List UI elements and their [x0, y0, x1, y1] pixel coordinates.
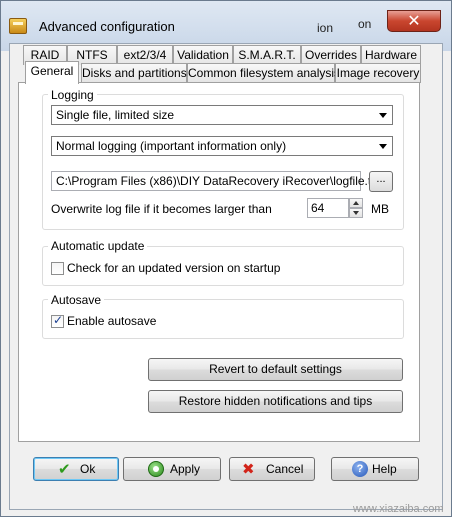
logfile-path-value: C:\Program Files (x86)\DIY DataRecovery … [56, 174, 381, 188]
apply-icon [148, 461, 164, 477]
logging-legend: Logging [48, 88, 97, 102]
log-size-input[interactable]: 64 [307, 198, 349, 218]
window-title: Advanced configuration [39, 19, 175, 34]
size-up-icon[interactable] [349, 198, 363, 208]
size-unit-label: MB [371, 202, 389, 216]
logging-level-select[interactable]: Normal logging (important information on… [51, 136, 393, 156]
auto-update-legend: Automatic update [48, 239, 148, 253]
tab-validation[interactable]: Validation [173, 45, 233, 65]
tab-common-filesystem-analysis[interactable]: Common filesystem analysis [187, 63, 340, 83]
help-label: Help [372, 462, 397, 476]
tab-ext[interactable]: ext2/3/4 [117, 45, 173, 65]
app-icon [9, 18, 27, 34]
close-button[interactable]: ✕ [387, 10, 441, 32]
autosave-legend: Autosave [48, 293, 105, 307]
tab-disks-and-partitions[interactable]: Disks and partitions [81, 63, 187, 83]
tab-smart[interactable]: S.M.A.R.T. [233, 45, 301, 65]
chevron-down-icon [374, 106, 392, 124]
help-button[interactable]: ? Help [331, 457, 419, 481]
enable-autosave-checkbox[interactable] [51, 313, 64, 328]
enable-autosave-label[interactable]: Enable autosave [67, 314, 156, 328]
cross-icon: ✖ [242, 460, 255, 478]
title-fragment: ion [317, 21, 334, 35]
check-updates-label[interactable]: Check for an updated version on startup [67, 261, 280, 275]
checkmark-icon: ✔ [58, 460, 71, 478]
size-down-icon[interactable] [349, 208, 363, 218]
logging-level-value: Normal logging (important information on… [56, 139, 287, 153]
check-updates-checkbox[interactable] [51, 262, 64, 275]
help-icon: ? [352, 461, 368, 477]
title-fragment-2: on [358, 17, 372, 31]
tab-hardware[interactable]: Hardware [361, 45, 421, 65]
restore-notifications-button[interactable]: Restore hidden notifications and tips [148, 390, 403, 413]
logging-mode-select[interactable]: Single file, limited size [51, 105, 393, 125]
apply-label: Apply [170, 462, 201, 476]
logging-mode-value: Single file, limited size [56, 108, 175, 122]
tab-image-recovery[interactable]: Image recovery [335, 63, 421, 83]
log-size-value: 64 [311, 201, 325, 215]
ok-button[interactable]: ✔ Ok [33, 457, 119, 481]
tab-general[interactable]: General [25, 61, 79, 84]
chevron-down-icon [374, 137, 392, 155]
advanced-configuration-window: Advanced configuration ion on ✕ RAID NTF… [0, 0, 452, 517]
apply-button[interactable]: Apply [123, 457, 221, 481]
logfile-path-input[interactable]: C:\Program Files (x86)\DIY DataRecovery … [51, 171, 381, 191]
browse-button[interactable]: ... [369, 171, 393, 192]
revert-defaults-button[interactable]: Revert to default settings [148, 358, 403, 381]
cancel-button[interactable]: ✖ Cancel [229, 457, 315, 481]
overwrite-label: Overwrite log file if it becomes larger … [51, 202, 272, 216]
tab-overrides[interactable]: Overrides [301, 45, 361, 65]
ok-label: Ok [80, 462, 96, 476]
cancel-label: Cancel [266, 462, 304, 476]
watermark-text: www.xiazaiba.com [353, 503, 444, 515]
